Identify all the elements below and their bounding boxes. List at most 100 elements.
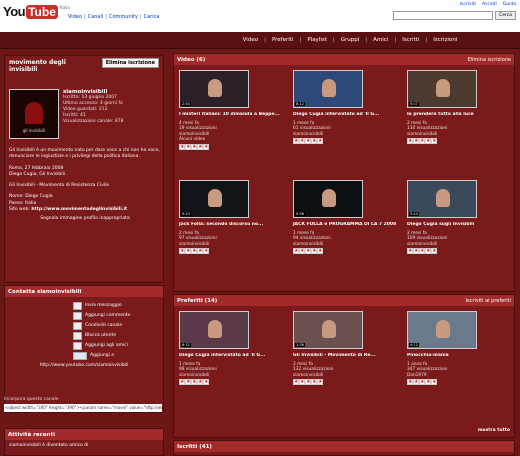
channel-nav-groups[interactable]: Gruppi bbox=[341, 37, 360, 43]
channel-nav-subscribers[interactable]: Iscritti bbox=[402, 37, 419, 43]
youtube-logo[interactable]: You Tube Italia bbox=[3, 2, 70, 21]
video-title-link[interactable]: Io prenderò tutto alla luce bbox=[407, 112, 513, 118]
videos-action-link[interactable]: Elimina iscrizione bbox=[467, 57, 511, 63]
search-input[interactable] bbox=[393, 11, 494, 20]
video-thumbnail[interactable]: 1:36 bbox=[293, 311, 363, 349]
video-title-link[interactable]: Diego Cugia intervistato ad 'Il G... bbox=[179, 353, 285, 359]
video-extra: Alcuni video bbox=[179, 137, 206, 142]
channel-nav-playlists[interactable]: Playlist bbox=[307, 37, 327, 43]
connect-item-label: Aggiungi agli amici bbox=[85, 343, 128, 348]
video-author-link[interactable]: siamoinvisibili bbox=[179, 242, 287, 248]
channel-url[interactable]: http://www.youtube.com/siamoinvisibili bbox=[5, 363, 163, 368]
video-item[interactable]: 3:44 Diego Cugia sugli Invisibili 2 mesi f… bbox=[405, 177, 515, 287]
logo-you: You bbox=[3, 4, 26, 19]
video-thumbnail[interactable]: 3:44 bbox=[407, 180, 477, 218]
video-thumbnail[interactable]: 5:07 bbox=[407, 70, 477, 108]
video-item[interactable]: 4:12 Pinocchio-mania 1 anno fa 347 visualiz… bbox=[405, 308, 515, 420]
video-thumbnail[interactable]: 8:12 bbox=[293, 70, 363, 108]
video-title-link[interactable]: JACK FOLLA e PROGRAMMA DI LA 7 2008 bbox=[293, 222, 399, 228]
logo-tube: Tube bbox=[26, 4, 58, 19]
video-meta: 1 mese fa 98 visualizzazioni siamoinvisibi… bbox=[179, 362, 287, 379]
video-author-link[interactable]: siamoinvisibili bbox=[407, 242, 515, 248]
rating-stars: ★ ★ ★ ★ ★ bbox=[407, 138, 515, 144]
activity-text: siamoinvisibili è diventato amico di bbox=[9, 443, 89, 448]
duration-badge: 2:54 bbox=[181, 102, 191, 106]
locale-label: Italia bbox=[59, 5, 70, 10]
video-author-link[interactable]: siamoinvisibili bbox=[293, 373, 401, 379]
rating-stars: ★ ★ ★ ★ ★ bbox=[293, 248, 401, 254]
connect-item-label: Aggiungi a bbox=[90, 353, 115, 358]
top-bar: You Tube Italia Video | Canali | Community… bbox=[0, 0, 520, 32]
comment-icon bbox=[73, 312, 82, 320]
block-user-item[interactable]: Blocca utente bbox=[73, 331, 163, 341]
video-author-link[interactable]: Dan1979 bbox=[407, 373, 515, 379]
website-link[interactable]: http://www.movimentodeglinvisibili.it bbox=[31, 207, 127, 212]
connect-header: Contatta siamoinvisibili bbox=[5, 286, 163, 297]
connect-item-label: Aggiungi commento bbox=[85, 313, 131, 318]
search-row: Cerca bbox=[393, 11, 516, 20]
video-title-link[interactable]: Jack Folla: secondo discorso no... bbox=[179, 222, 285, 228]
video-item[interactable]: 8:12 Diego Cugia intervistato ad 'Il G...… bbox=[291, 67, 401, 177]
video-title-link[interactable]: Pinocchio-mania bbox=[407, 353, 513, 359]
video-title-link[interactable]: Diego Cugia intervistato ad 'Il G... bbox=[293, 112, 399, 118]
video-thumbnail[interactable]: 4:12 bbox=[407, 311, 477, 349]
show-all-link[interactable]: mostra tutto bbox=[478, 428, 510, 433]
video-item[interactable]: 9:23 Jack Folla: secondo discorso no... 2 … bbox=[177, 177, 287, 287]
subscribe-link[interactable]: Iscriviti bbox=[460, 2, 476, 7]
profile-title: movimento degli invisibili bbox=[9, 59, 66, 73]
videos-grid: 2:54 I misteri italiani: 10 dimanda a Bep… bbox=[174, 65, 514, 289]
org-line: Gli Invisibili - Movimento di Resistenza… bbox=[9, 183, 110, 189]
embed-code-field[interactable]: <object width="300" height="390"><param … bbox=[4, 404, 162, 412]
add-comment-item[interactable]: Aggiungi commento bbox=[73, 311, 163, 321]
subscribers-panel: Iscritti (41) bbox=[173, 440, 515, 456]
nav-channels[interactable]: Canali bbox=[88, 14, 104, 20]
video-author-link[interactable]: siamoinvisibili bbox=[407, 132, 515, 138]
add-friend-item[interactable]: Aggiungi agli amici bbox=[73, 341, 163, 351]
send-message-item[interactable]: Invia messaggio bbox=[73, 301, 163, 311]
video-thumbnail[interactable]: 8:12 bbox=[179, 311, 249, 349]
videos-panel: Video (6) Elimina iscrizione 2:54 I miste… bbox=[173, 53, 515, 292]
video-thumbnail[interactable]: 9:23 bbox=[179, 180, 249, 218]
video-item[interactable]: 5:07 Io prenderò tutto alla luce 2 mesi fa… bbox=[405, 67, 515, 177]
video-title-link[interactable]: I misteri italiani: 10 dimanda a Beppe..… bbox=[179, 112, 285, 118]
activity-title: Attività recenti bbox=[8, 431, 55, 438]
unsubscribe-button[interactable]: Elimina iscrizione bbox=[101, 58, 159, 68]
search-button[interactable]: Cerca bbox=[495, 11, 516, 20]
channel-nav-friends[interactable]: Amici bbox=[373, 37, 388, 43]
video-thumbnail[interactable]: 9:36 bbox=[293, 180, 363, 218]
video-item[interactable]: 9:36 JACK FOLLA e PROGRAMMA DI LA 7 2008 1… bbox=[291, 177, 401, 287]
account-links: Iscriviti Accedi Guida bbox=[460, 2, 516, 7]
embed-label: Incorpora questo canale bbox=[4, 397, 59, 402]
nav-upload[interactable]: Carica bbox=[144, 14, 160, 20]
video-title-link[interactable]: Diego Cugia sugli Invisibili bbox=[407, 222, 513, 228]
profile-description: Gli Invisibili è un movimento nato per d… bbox=[9, 148, 161, 223]
video-author-link[interactable]: siamoinvisibili bbox=[293, 132, 401, 138]
video-thumbnail[interactable]: 2:54 bbox=[179, 70, 249, 108]
video-item[interactable]: 1:36 Gli Invisibili - Movimento di Re... 2… bbox=[291, 308, 401, 420]
video-meta: 2 mesi fa 109 visualizzazioni siamoinvisib… bbox=[407, 231, 515, 248]
channel-nav-subscriptions[interactable]: Iscrizioni bbox=[433, 37, 457, 43]
share-icon bbox=[73, 322, 82, 330]
video-author-link[interactable]: siamoinvisibili bbox=[179, 373, 287, 379]
nav-video[interactable]: Video bbox=[68, 14, 82, 20]
add-to-item[interactable]: Aggiungi a bbox=[73, 351, 163, 361]
duration-badge: 3:44 bbox=[409, 212, 419, 216]
video-item[interactable]: 8:12 Diego Cugia intervistato ad 'Il G...… bbox=[177, 308, 287, 420]
channel-nav-video[interactable]: Video bbox=[243, 37, 258, 43]
video-author-link[interactable]: siamoinvisibili bbox=[293, 242, 401, 248]
thumbnail-figure bbox=[436, 189, 450, 207]
subscribe-favorites-link[interactable]: Iscriviti ai preferiti bbox=[466, 298, 511, 304]
connect-panel: Contatta siamoinvisibili Invia messaggio… bbox=[4, 285, 164, 413]
help-link[interactable]: Guida bbox=[503, 2, 516, 7]
video-title-link[interactable]: Gli Invisibili - Movimento di Re... bbox=[293, 353, 399, 359]
video-item[interactable]: 2:54 I misteri italiani: 10 dimanda a Bep… bbox=[177, 67, 287, 177]
login-link[interactable]: Accedi bbox=[482, 2, 497, 7]
nav-separator: | bbox=[394, 37, 397, 43]
duration-badge: 8:12 bbox=[295, 102, 305, 106]
thumbnail-figure bbox=[208, 189, 222, 207]
nav-community[interactable]: Community bbox=[109, 14, 138, 20]
report-image-link[interactable]: Segnala immagine profilo inappropriata bbox=[9, 216, 161, 222]
share-channel-item[interactable]: Condividi canale bbox=[73, 321, 163, 331]
star-icon: ★ bbox=[203, 379, 209, 385]
channel-nav-favorites[interactable]: Preferiti bbox=[272, 37, 294, 43]
